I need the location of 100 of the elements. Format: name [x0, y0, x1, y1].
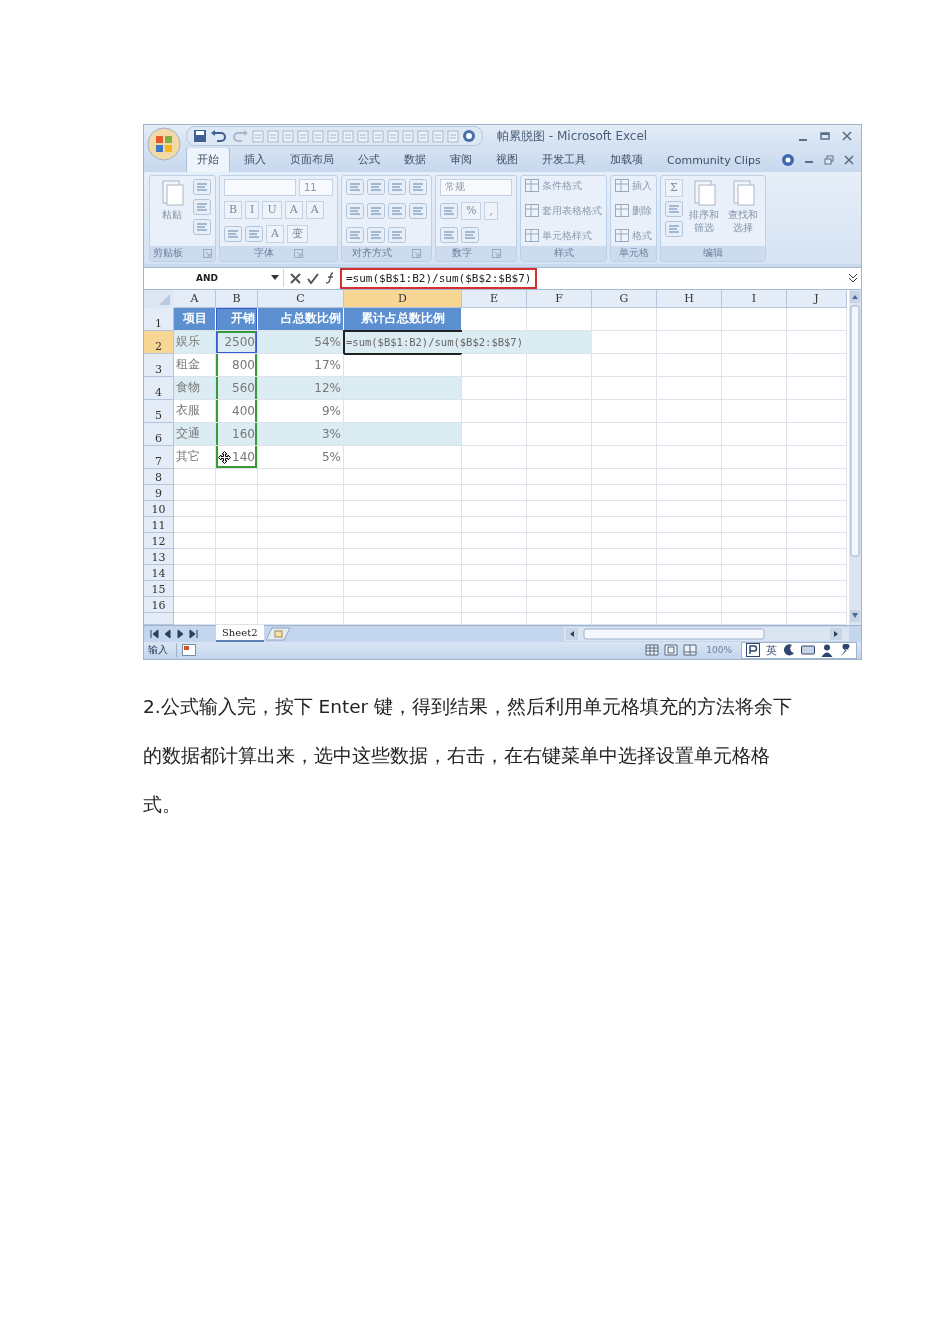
- toolbar-icon[interactable]: [312, 129, 324, 143]
- moon-icon[interactable]: [783, 644, 795, 657]
- format-icon[interactable]: [245, 225, 263, 242]
- person-icon[interactable]: [821, 643, 833, 657]
- ribbon-tab[interactable]: 页面布局: [280, 147, 344, 172]
- ribbon-tab[interactable]: 审阅: [440, 147, 482, 172]
- row-header[interactable]: 4: [144, 376, 174, 400]
- row-header[interactable]: 3: [144, 353, 174, 377]
- undo-icon[interactable]: [210, 129, 228, 144]
- toolbar-icon[interactable]: [372, 129, 384, 143]
- sheet-nav-icon[interactable]: [176, 628, 185, 639]
- table-cell: [527, 399, 592, 423]
- ribbon-tab[interactable]: 公式: [348, 147, 390, 172]
- launcher-icon[interactable]: [491, 248, 501, 258]
- formula-field[interactable]: =sum($B$1:B2)/sum($B$2:$B$7): [343, 270, 535, 286]
- table-cell: [462, 445, 527, 469]
- vertical-scrollbar[interactable]: [849, 289, 861, 625]
- help-icon[interactable]: [781, 152, 795, 167]
- table-cell: 800: [216, 353, 258, 377]
- table-cell: [527, 596, 592, 613]
- toolbar-icon[interactable]: [282, 129, 294, 143]
- toolbar-icon[interactable]: [417, 129, 429, 143]
- view-icon[interactable]: [664, 644, 679, 657]
- toolbar-icon[interactable]: [342, 129, 354, 143]
- row-header[interactable]: 6: [144, 422, 174, 446]
- format-icon[interactable]: [440, 226, 458, 243]
- close-icon[interactable]: [841, 130, 853, 143]
- new-sheet-icon[interactable]: [265, 626, 290, 641]
- format-icon[interactable]: [409, 202, 427, 219]
- ribbon-tab[interactable]: 插入: [234, 147, 276, 172]
- launcher-icon[interactable]: [203, 248, 212, 258]
- name-box[interactable]: AND: [144, 269, 284, 288]
- toolbar-icon[interactable]: [252, 129, 264, 143]
- cancel-icon[interactable]: [290, 272, 301, 284]
- sheet-nav-icon[interactable]: [150, 628, 159, 639]
- view-icon[interactable]: [645, 644, 660, 657]
- macro-icon[interactable]: [182, 644, 196, 657]
- check-icon[interactable]: [307, 272, 319, 284]
- row-header[interactable]: 2: [144, 330, 174, 354]
- save-icon[interactable]: [193, 129, 207, 144]
- dropdown-field[interactable]: [224, 178, 296, 196]
- circle-icon[interactable]: [462, 129, 476, 144]
- table-cell: [787, 422, 847, 446]
- toolbar-icon[interactable]: [327, 129, 339, 143]
- row-header[interactable]: 7: [144, 445, 174, 469]
- format-icon[interactable]: [193, 178, 211, 195]
- sheet-tab[interactable]: Sheet2: [216, 625, 264, 643]
- horizontal-scrollbar[interactable]: [564, 626, 849, 641]
- toolbar-icon[interactable]: [297, 129, 309, 143]
- toolbar-icon[interactable]: [357, 129, 369, 143]
- view-icon[interactable]: [683, 644, 698, 657]
- pinyin-icon[interactable]: [746, 643, 760, 658]
- table-cell: [174, 484, 216, 501]
- table-cell: [722, 500, 787, 517]
- format-icon[interactable]: [409, 178, 427, 195]
- toolbar-icon[interactable]: [432, 129, 444, 143]
- sheet-nav-icon[interactable]: [189, 628, 198, 639]
- format-icon[interactable]: [346, 226, 364, 243]
- ribbon-tab[interactable]: Community Clips: [657, 149, 771, 172]
- keyboard-icon[interactable]: [801, 645, 815, 656]
- format-icon[interactable]: [346, 202, 364, 219]
- maximize-icon[interactable]: [819, 130, 831, 143]
- ribbon-tab[interactable]: 视图: [486, 147, 528, 172]
- format-icon[interactable]: [665, 220, 683, 237]
- format-icon[interactable]: [388, 226, 406, 243]
- format-icon[interactable]: [367, 202, 385, 219]
- close-icon[interactable]: [843, 153, 855, 166]
- table-cell: [592, 353, 657, 377]
- format-icon[interactable]: [665, 200, 683, 217]
- format-icon[interactable]: [440, 203, 458, 220]
- format-icon[interactable]: [461, 226, 479, 243]
- ribbon-tab[interactable]: 开发工具: [532, 147, 596, 172]
- toolbar-icon[interactable]: [267, 129, 279, 143]
- table-cell: [592, 330, 657, 354]
- format-icon[interactable]: [224, 225, 242, 242]
- group-label: 编辑: [703, 246, 723, 261]
- table-cell: [592, 484, 657, 501]
- ribbon-tab[interactable]: 数据: [394, 147, 436, 172]
- table-cell: [216, 516, 258, 533]
- format-icon[interactable]: [367, 178, 385, 195]
- toolbar-icon[interactable]: [387, 129, 399, 143]
- format-icon[interactable]: [193, 218, 211, 235]
- launcher-icon[interactable]: [294, 248, 303, 258]
- table-cell: [592, 307, 657, 331]
- restore-icon[interactable]: [823, 153, 835, 166]
- format-icon[interactable]: [346, 178, 364, 195]
- sheet-nav-icon[interactable]: [163, 628, 172, 639]
- format-icon[interactable]: [193, 198, 211, 215]
- expand-icon[interactable]: [848, 273, 858, 284]
- row-header[interactable]: 5: [144, 399, 174, 423]
- format-icon[interactable]: [367, 226, 385, 243]
- format-icon[interactable]: [388, 202, 406, 219]
- dropdown-icon[interactable]: [271, 275, 279, 282]
- launcher-icon[interactable]: [412, 248, 421, 258]
- toolbar-icon[interactable]: [402, 129, 414, 143]
- row-header[interactable]: 1: [144, 307, 174, 331]
- ribbon-tab[interactable]: 加载项: [600, 147, 653, 172]
- ribbon-tab[interactable]: 开始: [186, 146, 230, 172]
- format-icon[interactable]: [388, 178, 406, 195]
- ime-mode[interactable]: 英: [766, 642, 777, 658]
